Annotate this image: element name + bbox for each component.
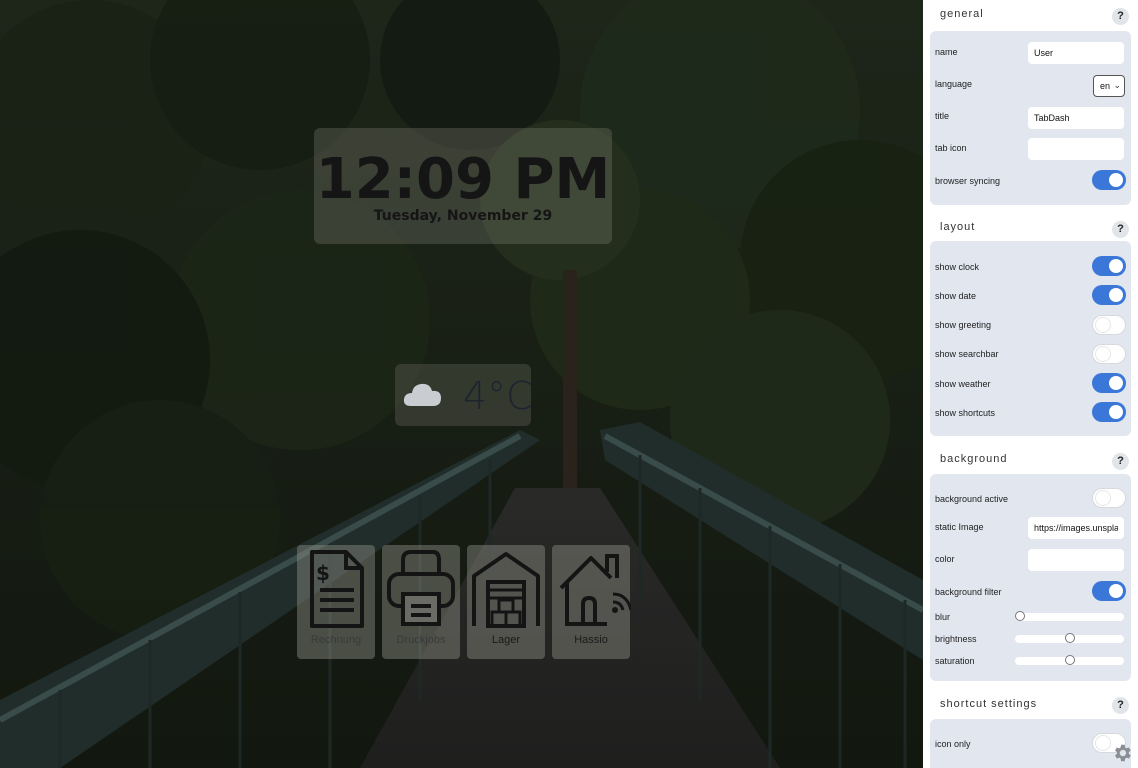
color-label: color (935, 554, 955, 564)
show-greeting-label: show greeting (935, 320, 992, 330)
name-label: name (935, 47, 958, 57)
toggle-knob (1109, 405, 1123, 419)
title-label: title (935, 111, 950, 121)
general-group: name language en ⌄ title tab icon browse… (930, 31, 1131, 205)
tab-icon-input[interactable] (1028, 138, 1124, 160)
toggle-knob (1096, 347, 1110, 361)
chevron-down-icon: ⌄ (1113, 80, 1121, 90)
background-active-label: background active (935, 494, 1009, 504)
background-help-button[interactable]: ? (1112, 453, 1129, 470)
show-weather-label: show weather (935, 379, 991, 389)
language-value: en (1100, 81, 1111, 91)
color-input[interactable] (1028, 549, 1124, 571)
toggle-knob (1096, 491, 1110, 505)
shortcut-label: Lager (491, 634, 521, 646)
show-searchbar-toggle[interactable] (1092, 344, 1126, 364)
saturation-slider[interactable] (1015, 655, 1124, 665)
background-group: background active static Image color bac… (930, 474, 1131, 681)
show-date-toggle[interactable] (1092, 285, 1126, 305)
toggle-knob (1109, 288, 1123, 302)
weather-widget: 4°C (395, 364, 533, 426)
invoice-icon: $ (300, 548, 372, 635)
shortcut-label: Hassio (574, 634, 608, 646)
layout-help-button[interactable]: ? (1112, 221, 1129, 238)
show-date-label: show date (935, 291, 977, 301)
blur-slider-thumb[interactable] (1015, 611, 1025, 621)
name-input[interactable] (1028, 42, 1124, 64)
show-searchbar-label: show searchbar (935, 349, 999, 359)
toggle-knob (1109, 173, 1123, 187)
toggle-knob (1109, 376, 1123, 390)
clock-widget: 12:09 PM Tuesday, November 29 (314, 128, 612, 244)
language-label: language (935, 79, 973, 89)
shortcut-hassio[interactable]: Hassio (552, 545, 633, 659)
brightness-slider[interactable] (1015, 633, 1124, 643)
shortcut-settings-help-button[interactable]: ? (1112, 697, 1129, 714)
background-active-toggle[interactable] (1092, 488, 1126, 508)
shortcut-rechnung[interactable]: $ Rechnung (297, 545, 375, 659)
language-select[interactable]: en ⌄ (1093, 75, 1125, 97)
tab-icon-label: tab icon (935, 143, 967, 153)
browser-syncing-label: browser syncing (935, 176, 1001, 186)
settings-panel: general ? name language en ⌄ title tab i… (923, 0, 1138, 768)
brightness-slider-thumb[interactable] (1065, 633, 1075, 643)
shortcut-label: Druckjobs (396, 634, 446, 646)
static-image-input[interactable] (1028, 517, 1124, 539)
smart-home-icon (555, 548, 633, 635)
printer-icon (385, 548, 457, 635)
clock-date: Tuesday, November 29 (373, 208, 553, 224)
background-section-title: background (940, 453, 1008, 465)
cloud-icon (403, 380, 443, 413)
toggle-knob (1096, 318, 1110, 332)
shortcut-settings-group: icon only (930, 719, 1131, 768)
show-clock-label: show clock (935, 262, 980, 272)
background-filter-toggle[interactable] (1092, 581, 1126, 601)
icon-only-label: icon only (935, 739, 971, 749)
static-image-label: static Image (935, 522, 984, 532)
show-clock-toggle[interactable] (1092, 256, 1126, 276)
saturation-label: saturation (935, 656, 975, 666)
shortcut-settings-section-title: shortcut settings (940, 698, 1038, 710)
clock-time: 12:09 PM (315, 147, 611, 212)
blur-label: blur (935, 612, 951, 622)
blur-slider[interactable] (1015, 611, 1124, 621)
shortcut-druckjobs[interactable]: Druckjobs (382, 545, 460, 659)
warehouse-icon (470, 548, 542, 635)
toggle-knob (1096, 736, 1110, 750)
svg-text:$: $ (316, 561, 330, 585)
show-weather-toggle[interactable] (1092, 373, 1126, 393)
brightness-label: brightness (935, 634, 977, 644)
toggle-knob (1109, 584, 1123, 598)
title-input[interactable] (1028, 107, 1124, 129)
background-filter-label: background filter (935, 587, 1002, 597)
show-greeting-toggle[interactable] (1092, 315, 1126, 335)
show-shortcuts-label: show shortcuts (935, 408, 996, 418)
layout-group: show clock show date show greeting show … (930, 241, 1131, 436)
toggle-knob (1109, 259, 1123, 273)
gear-icon[interactable] (1111, 742, 1133, 768)
layout-section-title: layout (940, 221, 976, 233)
saturation-slider-thumb[interactable] (1065, 655, 1075, 665)
show-shortcuts-toggle[interactable] (1092, 402, 1126, 422)
weather-temperature: 4°C (463, 374, 533, 418)
shortcut-label: Rechnung (310, 634, 362, 646)
general-help-button[interactable]: ? (1112, 8, 1129, 25)
browser-syncing-toggle[interactable] (1092, 170, 1126, 190)
general-section-title: general (940, 8, 984, 20)
shortcut-lager[interactable]: Lager (467, 545, 545, 659)
